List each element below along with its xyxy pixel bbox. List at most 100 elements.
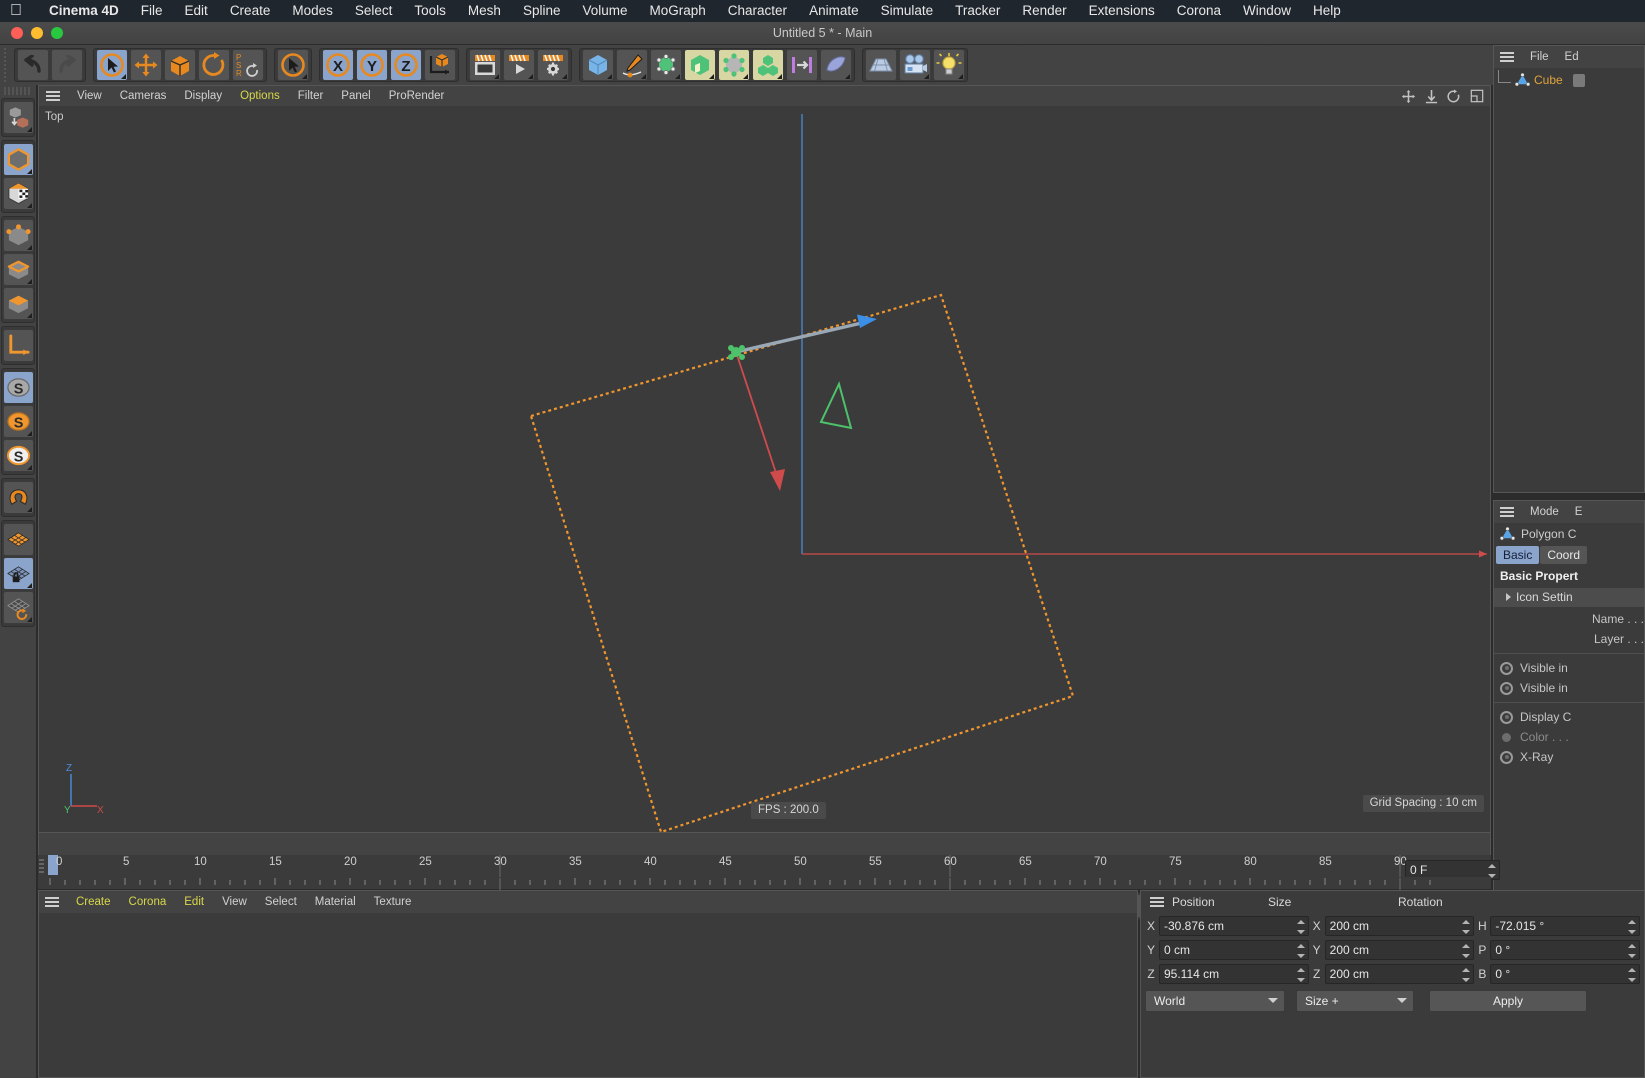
viewport-menu-panel[interactable]: Panel — [332, 90, 379, 102]
menu-item-file[interactable]: File — [130, 0, 174, 22]
nurbs-generator-button[interactable] — [650, 49, 682, 81]
position-y-field[interactable]: 0 cm — [1159, 940, 1309, 960]
undo-button[interactable] — [17, 49, 49, 81]
redo-button[interactable] — [51, 49, 83, 81]
position-x-stepper[interactable] — [1296, 920, 1305, 934]
polygons-mode-button[interactable] — [3, 287, 34, 320]
menu-item-mesh[interactable]: Mesh — [457, 0, 512, 22]
material-menu-select[interactable]: Select — [256, 896, 306, 908]
maximize-viewport-icon[interactable] — [1470, 89, 1484, 103]
menu-item-create[interactable]: Create — [219, 0, 282, 22]
apple-logo-icon[interactable]:  — [10, 3, 22, 19]
size-x-field[interactable]: 200 cm — [1324, 916, 1475, 936]
material-menu-texture[interactable]: Texture — [365, 896, 421, 908]
enable-axis-button[interactable] — [3, 329, 34, 362]
position-y-stepper[interactable] — [1296, 944, 1305, 958]
magnet-snap-button[interactable] — [3, 481, 34, 514]
rotate-tool[interactable] — [198, 49, 230, 81]
size-y-field[interactable]: 200 cm — [1324, 940, 1475, 960]
make-editable-button[interactable] — [3, 101, 34, 134]
menu-item-help[interactable]: Help — [1302, 0, 1352, 22]
menu-item-render[interactable]: Render — [1011, 0, 1077, 22]
viewport-hamburger-icon[interactable] — [46, 90, 60, 102]
rotation-p-stepper[interactable] — [1628, 944, 1637, 958]
menu-item-character[interactable]: Character — [717, 0, 798, 22]
viewport-solo-single-button[interactable]: S — [3, 405, 34, 438]
rotate-icon[interactable] — [1447, 89, 1461, 104]
menu-item-app[interactable]: Cinema 4D — [38, 0, 130, 22]
material-menu-view[interactable]: View — [213, 896, 256, 908]
deformer-button[interactable] — [684, 49, 716, 81]
rotation-h-stepper[interactable] — [1628, 920, 1637, 934]
property-visible-renderer-row[interactable]: Visible in — [1494, 678, 1644, 698]
points-mode-button[interactable] — [3, 219, 34, 252]
menu-item-volume[interactable]: Volume — [571, 0, 638, 22]
scale-tool[interactable] — [164, 49, 196, 81]
viewport-menu-view[interactable]: View — [68, 90, 111, 102]
icon-settings-folder[interactable]: Icon Settin — [1494, 588, 1644, 607]
rotation-p-field[interactable]: 0 ° — [1490, 940, 1641, 960]
menu-item-mograph[interactable]: MoGraph — [639, 0, 717, 22]
viewport-menu-filter[interactable]: Filter — [289, 90, 333, 102]
y-axis-lock-button[interactable]: Y — [356, 49, 388, 81]
object-manager-menu-file[interactable]: File — [1522, 51, 1557, 63]
object-tag-icon[interactable] — [1572, 73, 1585, 87]
position-z-stepper[interactable] — [1296, 968, 1305, 982]
viewport-canvas[interactable]: Top Z Y X FPS: 200.0 Grid Spacing: 10 … — [39, 106, 1490, 832]
viewport-menu-options[interactable]: Options — [231, 90, 289, 102]
psr-tool[interactable]: PSR — [232, 49, 264, 81]
world-object-coord-button[interactable] — [424, 49, 456, 81]
palette-grip[interactable] — [4, 87, 32, 95]
menu-item-animate[interactable]: Animate — [798, 0, 870, 22]
menu-item-corona[interactable]: Corona — [1166, 0, 1232, 22]
coord-system-select[interactable]: World — [1145, 990, 1285, 1012]
texture-mode-button[interactable] — [3, 177, 34, 210]
timeline-ruler[interactable]: 0 5 10 15 20 25 30 35 40 45 50 55 60 65 … — [38, 855, 1491, 877]
spline-pen-button[interactable] — [616, 49, 648, 81]
tab-coord[interactable]: Coord — [1540, 546, 1588, 564]
menu-item-tracker[interactable]: Tracker — [944, 0, 1011, 22]
position-x-field[interactable]: -30.876 cm — [1159, 916, 1309, 936]
render-view-button[interactable] — [469, 49, 501, 81]
property-display-color-row[interactable]: Display C — [1494, 707, 1644, 727]
property-layer-row[interactable]: Layer . . . — [1494, 629, 1644, 649]
display-color-toggle[interactable] — [1500, 710, 1513, 724]
simulation-tag-button[interactable] — [786, 49, 818, 81]
size-y-stepper[interactable] — [1462, 944, 1471, 958]
object-manager-menu-edit[interactable]: Ed — [1557, 51, 1587, 63]
menu-item-select[interactable]: Select — [344, 0, 404, 22]
property-xray-row[interactable]: X-Ray — [1494, 747, 1644, 767]
workplane-lock-button[interactable] — [3, 557, 34, 590]
position-z-field[interactable]: 95.114 cm — [1159, 964, 1309, 984]
coordinate-manager-hamburger-icon[interactable] — [1150, 896, 1164, 908]
attribute-manager-menu-edit[interactable]: E — [1567, 506, 1591, 518]
property-visible-editor-row[interactable]: Visible in — [1494, 658, 1644, 678]
visible-editor-toggle[interactable] — [1500, 661, 1513, 675]
frame-end-stepper[interactable] — [1488, 864, 1496, 878]
xray-toggle[interactable] — [1500, 750, 1513, 764]
z-axis-lock-button[interactable]: Z — [390, 49, 422, 81]
apply-button[interactable]: Apply — [1429, 990, 1587, 1012]
viewport-menu-prorender[interactable]: ProRender — [380, 90, 454, 102]
selection-tool-alt[interactable] — [277, 49, 309, 81]
material-menu-create[interactable]: Create — [67, 896, 120, 908]
live-selection-tool[interactable] — [96, 49, 128, 81]
edges-mode-button[interactable] — [3, 253, 34, 286]
size-z-stepper[interactable] — [1462, 968, 1471, 982]
move-tool[interactable] — [130, 49, 162, 81]
menu-item-window[interactable]: Window — [1232, 0, 1302, 22]
model-mode-button[interactable] — [3, 143, 34, 176]
rotation-b-stepper[interactable] — [1628, 968, 1637, 982]
object-list[interactable]: Cube — [1494, 68, 1644, 492]
toolbar-grip[interactable] — [4, 48, 11, 82]
visible-renderer-toggle[interactable] — [1500, 681, 1513, 695]
zoom-icon[interactable] — [1425, 89, 1438, 104]
menu-item-edit[interactable]: Edit — [174, 0, 219, 22]
menu-item-spline[interactable]: Spline — [512, 0, 572, 22]
add-cube-button[interactable] — [582, 49, 614, 81]
menu-item-simulate[interactable]: Simulate — [870, 0, 945, 22]
light-button[interactable] — [933, 49, 965, 81]
soft-body-button[interactable] — [820, 49, 852, 81]
camera-button[interactable] — [899, 49, 931, 81]
size-z-field[interactable]: 200 cm — [1324, 964, 1475, 984]
